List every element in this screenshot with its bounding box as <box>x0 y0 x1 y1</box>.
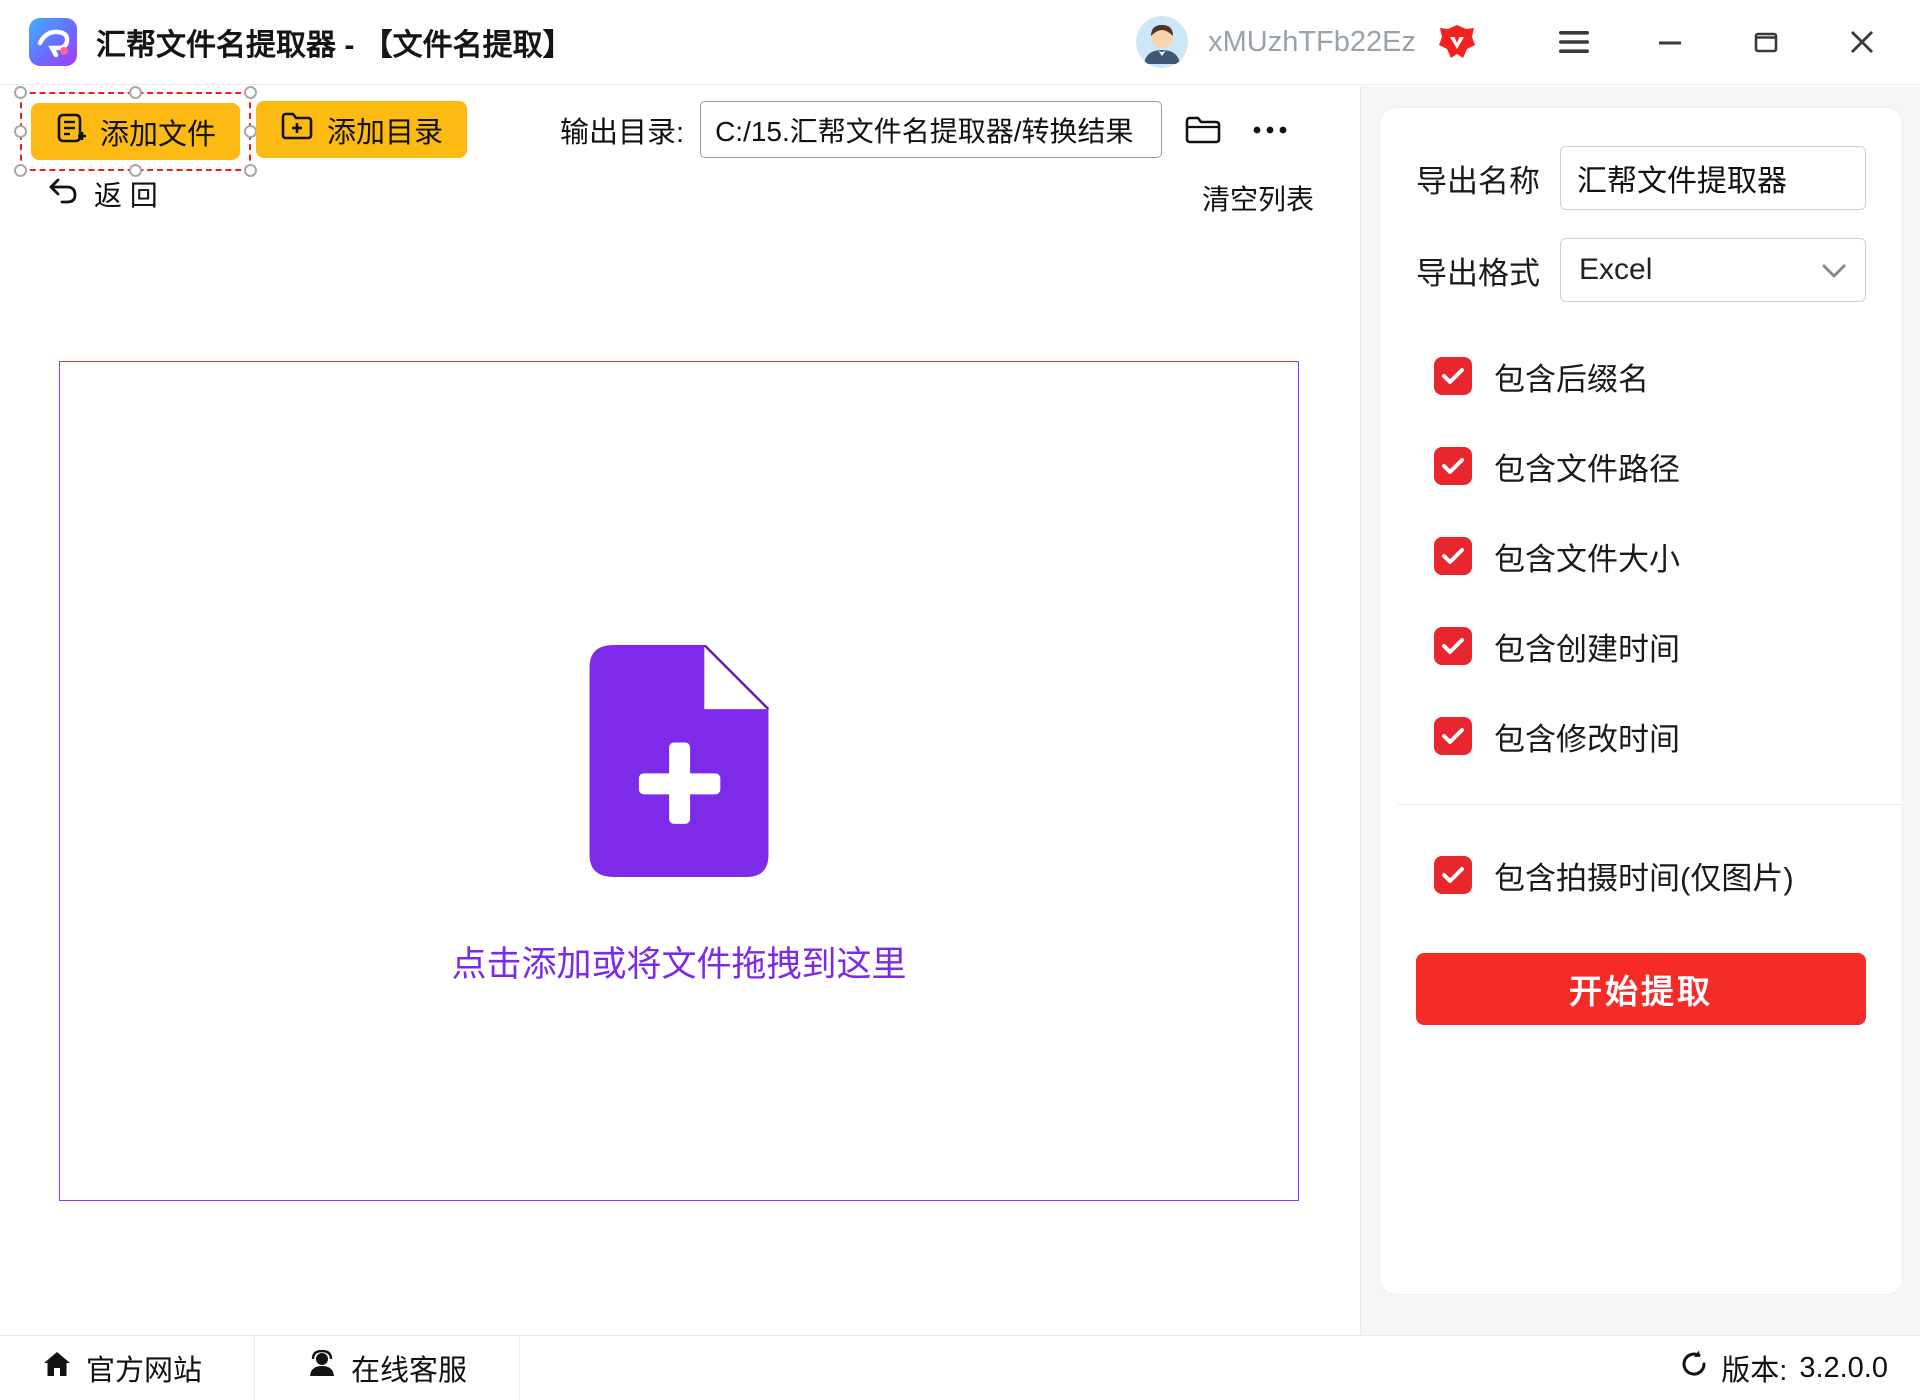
settings-panel: 导出名称 导出格式 Excel 包含后缀名 <box>1360 86 1920 1335</box>
option-label: 包含创建时间 <box>1494 624 1680 669</box>
export-format-row: 导出格式 Excel <box>1416 238 1866 302</box>
add-file-placeholder-icon <box>589 645 769 882</box>
vip-badge-icon[interactable] <box>1436 21 1478 63</box>
selection-handle[interactable] <box>244 164 257 177</box>
option-label: 包含拍摄时间(仅图片) <box>1494 853 1794 898</box>
official-site-label: 官方网站 <box>86 1347 202 1389</box>
add-folder-label: 添加目录 <box>327 109 443 151</box>
selection-overlay: 添加文件 <box>20 92 251 171</box>
selection-handle[interactable] <box>129 86 142 99</box>
option-label: 包含文件路径 <box>1494 444 1680 489</box>
checkbox-checked-icon[interactable] <box>1434 447 1472 485</box>
export-format-value: Excel <box>1579 253 1652 287</box>
option-include-path[interactable]: 包含文件路径 <box>1434 444 1866 488</box>
selection-handle[interactable] <box>244 86 257 99</box>
options-divider <box>1398 804 1902 805</box>
add-folder-button[interactable]: 添加目录 <box>256 101 467 158</box>
export-name-row: 导出名称 <box>1416 146 1866 210</box>
output-dir-label: 输出目录: <box>560 109 684 151</box>
export-format-label: 导出格式 <box>1416 248 1540 293</box>
more-options-icon[interactable] <box>1244 117 1296 143</box>
official-site-link[interactable]: 官方网站 <box>0 1336 255 1400</box>
export-name-input[interactable] <box>1560 146 1866 210</box>
home-icon <box>42 1350 72 1386</box>
toolbar: 添加文件 添加目录 输出目录: <box>0 86 1360 227</box>
checkbox-checked-icon[interactable] <box>1434 856 1472 894</box>
version-area: 版本: 3.2.0.0 <box>1679 1347 1920 1389</box>
export-name-label: 导出名称 <box>1416 156 1540 201</box>
checkbox-checked-icon[interactable] <box>1434 537 1472 575</box>
version-label: 版本: <box>1721 1347 1787 1389</box>
window-controls <box>1526 0 1910 85</box>
selection-handle[interactable] <box>14 125 27 138</box>
window-title: 汇帮文件名提取器 - 【文件名提取】 <box>96 20 573 64</box>
settings-card: 导出名称 导出格式 Excel 包含后缀名 <box>1380 108 1902 1294</box>
browse-folder-icon[interactable] <box>1178 108 1228 152</box>
user-avatar[interactable] <box>1136 16 1188 68</box>
support-person-icon <box>307 1350 337 1386</box>
option-include-modified-time[interactable]: 包含修改时间 <box>1434 714 1866 758</box>
add-file-icon <box>55 112 87 152</box>
footer: 官方网站 在线客服 版本: 3.2.0.0 <box>0 1335 1920 1400</box>
username-label: xMUzhTFb22Ez <box>1208 26 1416 59</box>
back-button[interactable]: 返 回 <box>48 174 158 214</box>
add-files-button[interactable]: 添加文件 <box>31 103 240 160</box>
online-support-label: 在线客服 <box>351 1347 467 1389</box>
clear-list-button[interactable]: 清空列表 <box>1202 178 1314 218</box>
undo-arrow-icon <box>48 177 78 212</box>
option-include-created-time[interactable]: 包含创建时间 <box>1434 624 1866 668</box>
option-label: 包含后缀名 <box>1494 354 1649 399</box>
checkbox-checked-icon[interactable] <box>1434 627 1472 665</box>
app-logo-icon <box>28 17 78 67</box>
dropzone-content: 点击添加或将文件拖拽到这里 <box>451 645 906 987</box>
option-label: 包含修改时间 <box>1494 714 1680 759</box>
minimize-icon[interactable] <box>1622 0 1718 85</box>
dropzone-hint-label: 点击添加或将文件拖拽到这里 <box>451 936 906 987</box>
online-support-link[interactable]: 在线客服 <box>255 1336 520 1400</box>
user-area: xMUzhTFb22Ez <box>1136 16 1478 68</box>
menu-icon[interactable] <box>1526 0 1622 85</box>
option-label: 包含文件大小 <box>1494 534 1680 579</box>
back-label: 返 回 <box>94 174 158 214</box>
checkbox-checked-icon[interactable] <box>1434 717 1472 755</box>
option-include-extension[interactable]: 包含后缀名 <box>1434 354 1866 398</box>
close-icon[interactable] <box>1814 0 1910 85</box>
export-format-select[interactable]: Excel <box>1560 238 1866 302</box>
output-dir-group: 输出目录: <box>560 101 1296 158</box>
maximize-icon[interactable] <box>1718 0 1814 85</box>
add-folder-icon <box>280 110 314 150</box>
selection-handle[interactable] <box>14 86 27 99</box>
refresh-icon[interactable] <box>1679 1349 1709 1387</box>
version-value: 3.2.0.0 <box>1799 1352 1888 1385</box>
option-include-size[interactable]: 包含文件大小 <box>1434 534 1866 578</box>
start-extract-button[interactable]: 开始提取 <box>1416 953 1866 1025</box>
titlebar: 汇帮文件名提取器 - 【文件名提取】 xMUzhTFb22Ez <box>0 0 1920 85</box>
selection-handle[interactable] <box>14 164 27 177</box>
checkbox-checked-icon[interactable] <box>1434 357 1472 395</box>
file-dropzone[interactable]: 点击添加或将文件拖拽到这里 <box>59 361 1299 1201</box>
add-files-label: 添加文件 <box>100 111 216 153</box>
output-dir-input[interactable] <box>700 101 1162 158</box>
option-include-shot-time[interactable]: 包含拍摄时间(仅图片) <box>1434 853 1866 897</box>
options-list: 包含后缀名 包含文件路径 包含文件大小 包含创建时间 <box>1416 354 1866 897</box>
chevron-down-icon <box>1821 253 1847 287</box>
